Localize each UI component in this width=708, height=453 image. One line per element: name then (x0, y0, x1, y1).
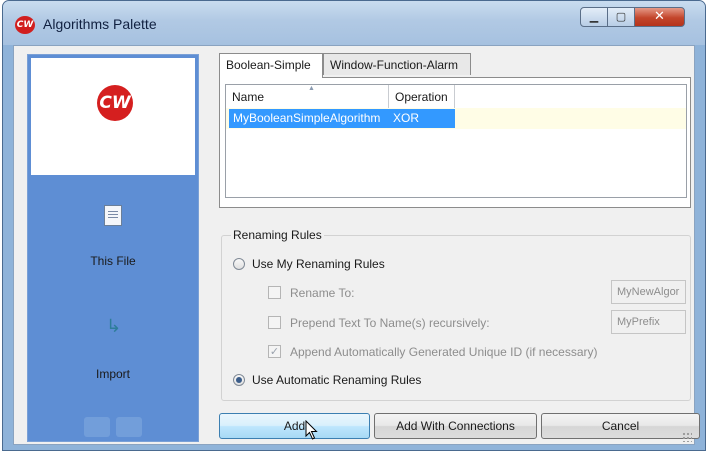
add-button[interactable]: Add (219, 413, 370, 439)
resize-grip-icon[interactable] (682, 432, 692, 442)
prepend-text-checkbox[interactable] (268, 316, 281, 329)
sidebar-item-label: This File (90, 254, 136, 268)
title-bar[interactable]: CW Algorithms Palette ▁ ▢ ✕ (3, 1, 705, 45)
add-item-icon[interactable] (84, 417, 110, 437)
add-with-connections-button[interactable]: Add With Connections (374, 413, 537, 439)
sidebar-item-import[interactable]: ↳ Import (28, 310, 198, 385)
document-icon (104, 205, 122, 226)
tab-window-function-alarm[interactable]: Window-Function-Alarm (323, 53, 471, 75)
sidebar-item-new-acra-component[interactable]: CW New ACRA Component (31, 58, 195, 175)
use-automatic-renaming-rules-radio[interactable] (233, 374, 245, 386)
algorithms-palette-window: CW Algorithms Palette ▁ ▢ ✕ CW New ACRA … (2, 0, 706, 451)
append-unique-id-label: Append Automatically Generated Unique ID… (290, 345, 598, 359)
column-header-operation[interactable]: Operation (389, 85, 455, 108)
use-my-renaming-rules-label[interactable]: Use My Renaming Rules (252, 257, 385, 271)
cell-operation[interactable]: XOR (389, 109, 455, 128)
window-title: Algorithms Palette (43, 16, 157, 32)
column-header-name[interactable]: Name ▲ (226, 85, 389, 108)
prepend-text-label: Prepend Text To Name(s) recursively: (290, 316, 490, 330)
use-my-renaming-rules-radio[interactable] (233, 258, 245, 270)
use-automatic-renaming-rules-label[interactable]: Use Automatic Renaming Rules (252, 373, 421, 387)
cw-logo-icon: CW (97, 85, 133, 121)
window-client-area: CW New ACRA Component This File ↳ Import… (13, 45, 700, 445)
sidebar: CW New ACRA Component This File ↳ Import (27, 54, 199, 442)
prepend-text-field[interactable]: MyPrefix (611, 310, 686, 334)
table-row[interactable]: MyBooleanSimpleAlgorithm XOR (226, 108, 686, 129)
remove-item-icon[interactable] (116, 417, 142, 437)
sort-ascending-icon: ▲ (308, 85, 315, 92)
app-logo-icon: CW (15, 16, 35, 34)
rename-to-field[interactable]: MyNewAlgor (611, 280, 686, 304)
tab-content: Name ▲ Operation MyBooleanSimpleAlgorith… (219, 77, 691, 208)
rename-to-label: Rename To: (290, 286, 355, 300)
tab-boolean-simple[interactable]: Boolean-Simple (219, 53, 323, 78)
algorithms-grid[interactable]: Name ▲ Operation MyBooleanSimpleAlgorith… (225, 84, 687, 198)
append-unique-id-checkbox[interactable]: ✓ (268, 345, 281, 358)
column-header-label: Name (232, 90, 265, 104)
sidebar-item-label: New ACRA Component (50, 150, 176, 164)
sidebar-item-label: Import (95, 367, 130, 381)
maximize-button[interactable]: ▢ (607, 7, 635, 27)
sidebar-item-this-file[interactable]: This File (28, 200, 198, 270)
import-arrow-icon: ↳ (106, 316, 122, 337)
mouse-pointer-icon (305, 420, 318, 440)
renaming-rules-title: Renaming Rules (231, 228, 324, 242)
cell-name[interactable]: MyBooleanSimpleAlgorithm (229, 109, 389, 128)
grid-header: Name ▲ Operation (226, 85, 686, 109)
minimize-button[interactable]: ▁ (580, 7, 608, 27)
rename-to-checkbox[interactable] (268, 286, 281, 299)
close-button[interactable]: ✕ (634, 7, 685, 27)
cancel-button[interactable]: Cancel (541, 413, 700, 439)
